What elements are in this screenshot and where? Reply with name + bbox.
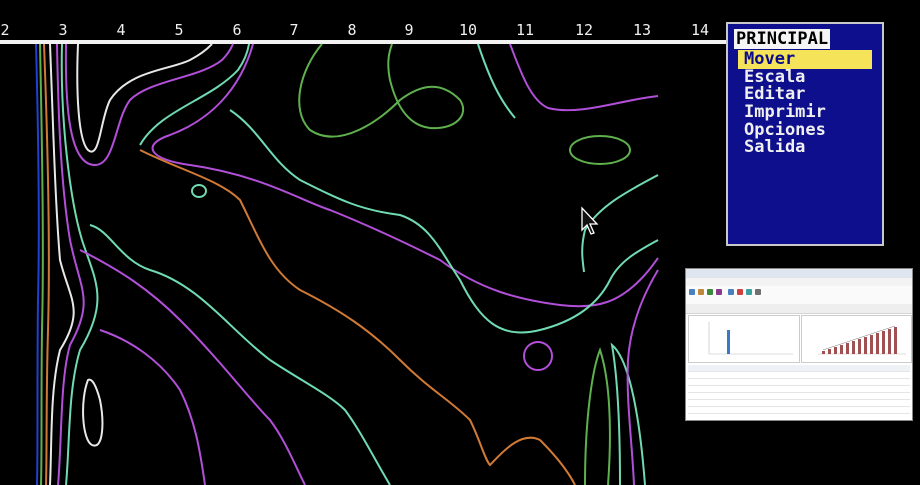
contour-line bbox=[151, 43, 659, 308]
thumbnail-title-bar bbox=[686, 269, 912, 278]
contour-line bbox=[43, 43, 50, 485]
ribbon-icon bbox=[737, 289, 743, 295]
ribbon-icon bbox=[698, 289, 704, 295]
ribbon-icon bbox=[728, 289, 734, 295]
contour-line bbox=[298, 43, 465, 138]
ribbon-icon bbox=[689, 289, 695, 295]
menu-item-salida[interactable]: Salida bbox=[738, 138, 872, 157]
thumbnail-sheet-title bbox=[686, 304, 912, 314]
thumbnail-table-header bbox=[688, 365, 910, 372]
thumbnail-bar-chart bbox=[818, 325, 906, 355]
thumbnail-table-row bbox=[688, 407, 910, 414]
contour-line bbox=[76, 43, 213, 153]
thumbnail-table-row bbox=[688, 400, 910, 407]
spreadsheet-thumbnail[interactable] bbox=[685, 268, 913, 421]
contour-ring bbox=[523, 341, 553, 371]
contour-line bbox=[509, 43, 659, 112]
ribbon-icon bbox=[716, 289, 722, 295]
contour-line bbox=[64, 43, 234, 167]
thumbnail-table-row bbox=[688, 393, 910, 400]
contour-line bbox=[39, 43, 44, 485]
thumbnail-table-row bbox=[688, 379, 910, 386]
contour-line bbox=[89, 224, 391, 485]
contour-ring bbox=[191, 184, 207, 198]
thumbnail-table-row bbox=[688, 372, 910, 379]
ribbon-icon bbox=[707, 289, 713, 295]
contour-line bbox=[477, 43, 516, 119]
thumbnail-ribbon bbox=[686, 286, 912, 305]
thumbnail-mini-chart bbox=[708, 322, 793, 355]
ribbon-icon bbox=[746, 289, 752, 295]
menu-title: PRINCIPAL bbox=[734, 29, 831, 49]
contour-line bbox=[139, 43, 250, 146]
contour-line bbox=[584, 347, 611, 485]
thumbnail-chart-right bbox=[801, 315, 912, 363]
ribbon-icon bbox=[755, 289, 761, 295]
main-menu: PRINCIPAL Mover Escala Editar Imprimir O… bbox=[726, 22, 884, 246]
contour-line bbox=[35, 43, 40, 485]
thumbnail-table-row bbox=[688, 386, 910, 393]
contour-line bbox=[82, 378, 104, 447]
contour-line bbox=[79, 249, 306, 485]
thumbnail-chart-left bbox=[688, 315, 800, 363]
contour-line bbox=[139, 149, 576, 485]
contour-ring bbox=[569, 135, 631, 165]
contour-line bbox=[99, 329, 206, 485]
